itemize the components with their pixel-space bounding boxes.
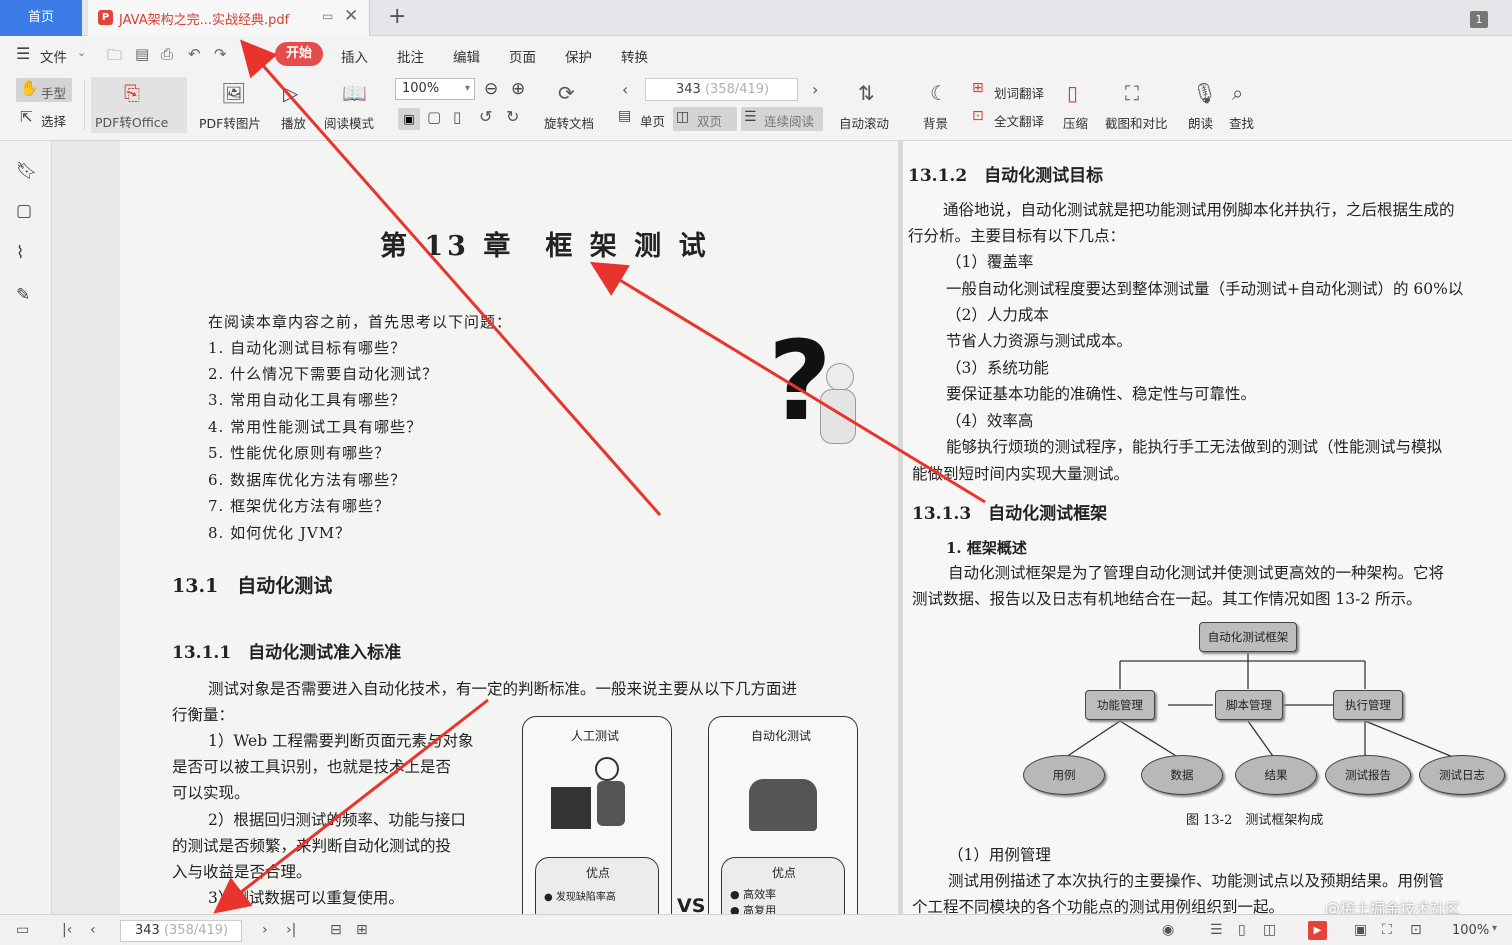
continuous-view-icon[interactable]: ☰ bbox=[1210, 922, 1223, 938]
pdf-reader-window: 首页 P JAVA架构之完...实战经典.pdf ▭ ✕ + 1 ☰ 文件 ⌄ … bbox=[0, 0, 1512, 945]
prev-page-icon[interactable]: ‹ bbox=[90, 922, 96, 938]
fit-width-icon[interactable]: ⊡ bbox=[1410, 922, 1422, 938]
next-page-icon[interactable]: › bbox=[262, 922, 268, 938]
status-zoom[interactable]: 100% bbox=[1452, 923, 1489, 938]
first-page-icon[interactable]: |‹ bbox=[62, 922, 72, 938]
forward-icon[interactable]: ⊞ bbox=[356, 922, 368, 938]
double-view-icon[interactable]: ◫ bbox=[1263, 922, 1276, 938]
back-icon[interactable]: ⊟ bbox=[330, 922, 342, 938]
single-view-icon[interactable]: ▯ bbox=[1238, 922, 1246, 938]
status-page-current: 343 bbox=[135, 923, 160, 938]
status-bar: ▭ |‹ ‹ 343 (358/419) › ›| ⊟ ⊞ ◉ ☰ ▯ ◫ ▶ … bbox=[0, 914, 1512, 945]
status-page-input[interactable]: 343 (358/419) bbox=[120, 920, 242, 942]
sidebar-toggle-icon[interactable]: ▭ bbox=[16, 922, 29, 938]
chevron-down-icon[interactable]: ▾ bbox=[1492, 923, 1497, 934]
annotation-arrows bbox=[213, 39, 986, 914]
eye-icon[interactable]: ◉ bbox=[1162, 922, 1174, 938]
actual-size-icon[interactable]: ▣ bbox=[1354, 922, 1367, 938]
fit-page-icon[interactable]: ⛶ bbox=[1382, 922, 1392, 938]
play-icon[interactable]: ▶ bbox=[1308, 921, 1327, 940]
status-page-total: (358/419) bbox=[163, 923, 229, 938]
last-page-icon[interactable]: ›| bbox=[286, 922, 296, 938]
